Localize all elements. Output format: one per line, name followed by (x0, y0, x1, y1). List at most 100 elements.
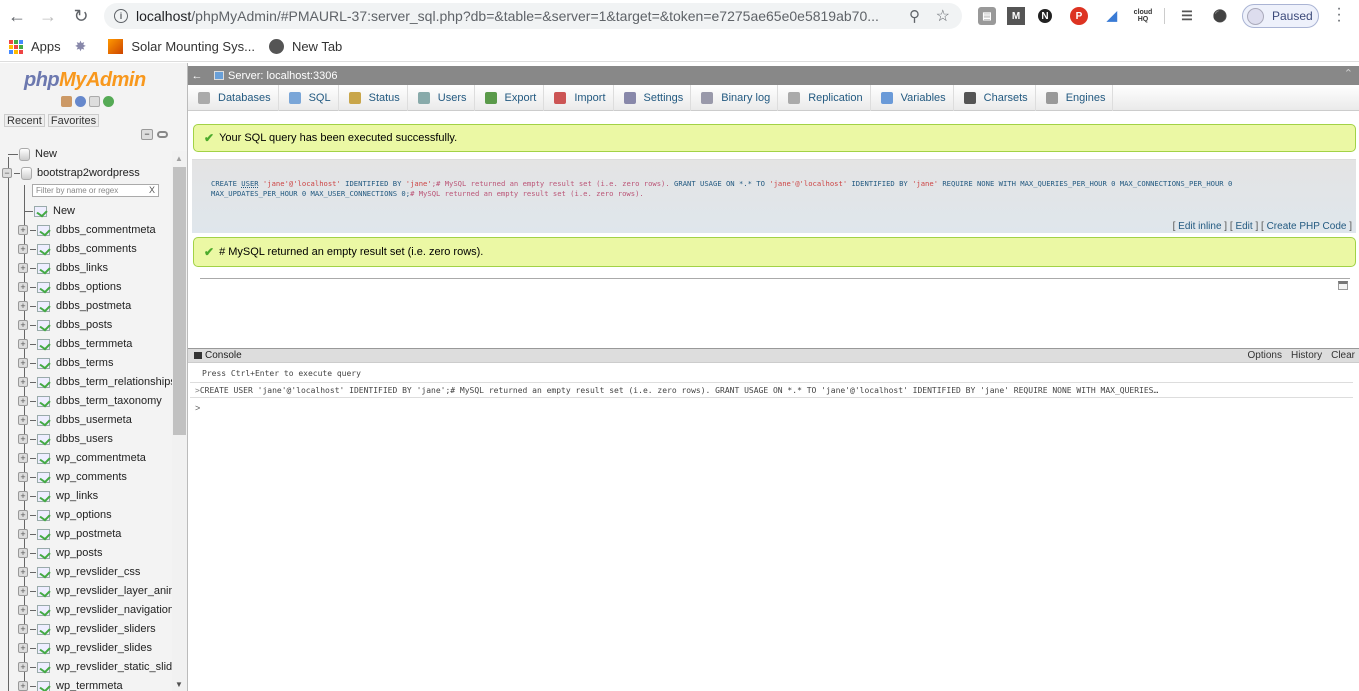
pinterest-icon[interactable]: P (1070, 7, 1088, 25)
n-extension-icon[interactable]: N (1038, 9, 1052, 23)
toggle-nav-icon[interactable]: ← (188, 70, 206, 82)
tree-table-item[interactable]: + dbbs_usermeta (18, 411, 132, 429)
tree-table-item[interactable]: + wp_posts (18, 544, 102, 562)
expand-icon[interactable]: + (18, 529, 28, 539)
tree-table-item[interactable]: + dbbs_commentmeta (18, 221, 156, 239)
tree-table-item[interactable]: + dbbs_termmeta (18, 335, 132, 353)
expand-icon[interactable]: + (18, 662, 28, 672)
zoom-icon[interactable]: ⚲ (909, 7, 920, 25)
scroll-up-icon[interactable]: ▲ (175, 154, 183, 163)
reload-button[interactable]: ↻ (67, 2, 95, 30)
recent-tab[interactable]: Recent (4, 114, 45, 127)
expand-icon[interactable]: + (18, 548, 28, 558)
help-icon[interactable] (75, 96, 86, 107)
expand-icon[interactable]: + (18, 453, 28, 463)
expand-icon[interactable]: + (18, 586, 28, 596)
console-history-link[interactable]: History (1291, 350, 1322, 361)
tree-table-item[interactable]: + wp_comments (18, 468, 127, 486)
expand-icon[interactable]: + (18, 643, 28, 653)
scroll-top-icon[interactable]: ⌃ (1344, 67, 1353, 80)
tree-table-item[interactable]: + wp_options (18, 506, 112, 524)
create-php-code-link[interactable]: Create PHP Code (1267, 221, 1347, 232)
tree-table-item[interactable]: + dbbs_postmeta (18, 297, 131, 315)
edit-inline-link[interactable]: Edit inline (1178, 221, 1221, 232)
menu-icon[interactable]: · · · (1333, 1, 1345, 29)
tab-extension-icon[interactable]: ▤ (978, 7, 996, 25)
tab-users[interactable]: Users (408, 85, 475, 111)
expand-icon[interactable]: + (18, 396, 28, 406)
tag-extension-icon[interactable]: ◢ (1103, 7, 1121, 25)
tree-table-item[interactable]: + wp_termmeta (18, 677, 123, 691)
tab-settings[interactable]: Settings (614, 85, 692, 111)
profile-button[interactable]: Paused (1242, 4, 1319, 28)
media-icon[interactable]: ☰ (1178, 7, 1196, 25)
phpmyadmin-logo[interactable]: phpMyAdmin (24, 69, 146, 92)
expand-icon[interactable]: + (18, 339, 28, 349)
home-icon[interactable] (61, 96, 72, 107)
tree-table-item[interactable]: + wp_revslider_sliders (18, 620, 156, 638)
tree-table-item[interactable]: + dbbs_term_relationships (18, 373, 172, 391)
tree-table-item[interactable]: + wp_revslider_slides (18, 639, 152, 657)
edit-link[interactable]: Edit (1235, 221, 1252, 232)
nav-scrollbar[interactable]: ▲ ▼ (172, 151, 187, 691)
console-input[interactable]: > (195, 403, 200, 413)
bookmark-solar[interactable]: Solar Mounting Sys... (108, 39, 255, 54)
tree-table-item[interactable]: + dbbs_term_taxonomy (18, 392, 162, 410)
expand-icon[interactable]: + (18, 301, 28, 311)
expand-icon[interactable]: + (18, 605, 28, 615)
expand-icon[interactable]: + (18, 320, 28, 330)
clear-filter-button[interactable]: X (149, 185, 155, 196)
bookmark-app[interactable]: ✸ (75, 38, 95, 55)
expand-icon[interactable]: + (18, 263, 28, 273)
expand-icon[interactable]: + (18, 624, 28, 634)
bookmark-query-icon[interactable] (1338, 281, 1348, 290)
expand-icon[interactable]: + (18, 472, 28, 482)
tree-table-item[interactable]: + dbbs_terms (18, 354, 113, 372)
tab-databases[interactable]: Databases (188, 85, 279, 111)
expand-icon[interactable]: + (18, 225, 28, 235)
expand-icon[interactable]: + (18, 415, 28, 425)
address-bar[interactable]: i localhost/phpMyAdmin/#PMAURL-37:server… (104, 3, 962, 29)
console-header[interactable]: Console Options History Clear (188, 349, 1359, 363)
expand-icon[interactable]: + (18, 282, 28, 292)
tree-table-item[interactable]: + wp_revslider_layer_anima (18, 582, 172, 600)
tab-replication[interactable]: Replication (778, 85, 871, 111)
tree-table-item[interactable]: + wp_revslider_static_slides (18, 658, 172, 676)
bookmark-new-tab[interactable]: New Tab (268, 39, 342, 54)
expand-icon[interactable]: + (18, 434, 28, 444)
expand-icon[interactable]: + (18, 567, 28, 577)
tree-table-item[interactable]: + wp_commentmeta (18, 449, 146, 467)
star-icon[interactable]: ☆ (936, 6, 950, 26)
favorites-tab[interactable]: Favorites (47, 114, 100, 127)
tree-table-item[interactable]: + wp_revslider_css (18, 563, 140, 581)
tree-table-item[interactable]: + wp_revslider_navigations (18, 601, 172, 619)
expand-icon[interactable]: + (18, 377, 28, 387)
expand-icon[interactable]: + (18, 491, 28, 501)
tree-table-item[interactable]: + dbbs_posts (18, 316, 112, 334)
link-icon[interactable] (157, 131, 168, 138)
tab-charsets[interactable]: Charsets (954, 85, 1036, 111)
cloudhq-icon[interactable]: cloud HQ (1134, 7, 1153, 25)
expand-icon[interactable]: + (18, 681, 28, 691)
tree-table-item[interactable]: + dbbs_options (18, 278, 121, 296)
tree-new-database[interactable]: New (8, 145, 57, 163)
collapse-all-icon[interactable]: − (141, 129, 153, 140)
reload-nav-icon[interactable] (103, 96, 114, 107)
tab-export[interactable]: Export (475, 85, 545, 111)
tab-status[interactable]: Status (339, 85, 408, 111)
tree-table-item[interactable]: + dbbs_comments (18, 240, 137, 258)
filter-input[interactable]: Filter by name or regex X (32, 184, 159, 197)
tree-table-item[interactable]: + wp_postmeta (18, 525, 121, 543)
tree-database[interactable]: − bootstrap2wordpress (2, 164, 140, 182)
docs-icon[interactable] (89, 96, 100, 107)
server-title[interactable]: Server: localhost:3306 (228, 70, 337, 82)
m-extension-icon[interactable]: M (1007, 7, 1025, 25)
tab-variables[interactable]: Variables (871, 85, 954, 111)
expand-icon[interactable]: + (18, 510, 28, 520)
console-clear-link[interactable]: Clear (1331, 350, 1355, 361)
tab-sql[interactable]: SQL (279, 85, 339, 111)
expand-icon[interactable]: + (18, 244, 28, 254)
scrollbar-thumb[interactable] (173, 167, 186, 435)
tab-engines[interactable]: Engines (1036, 85, 1114, 111)
forward-button[interactable]: → (34, 2, 62, 30)
